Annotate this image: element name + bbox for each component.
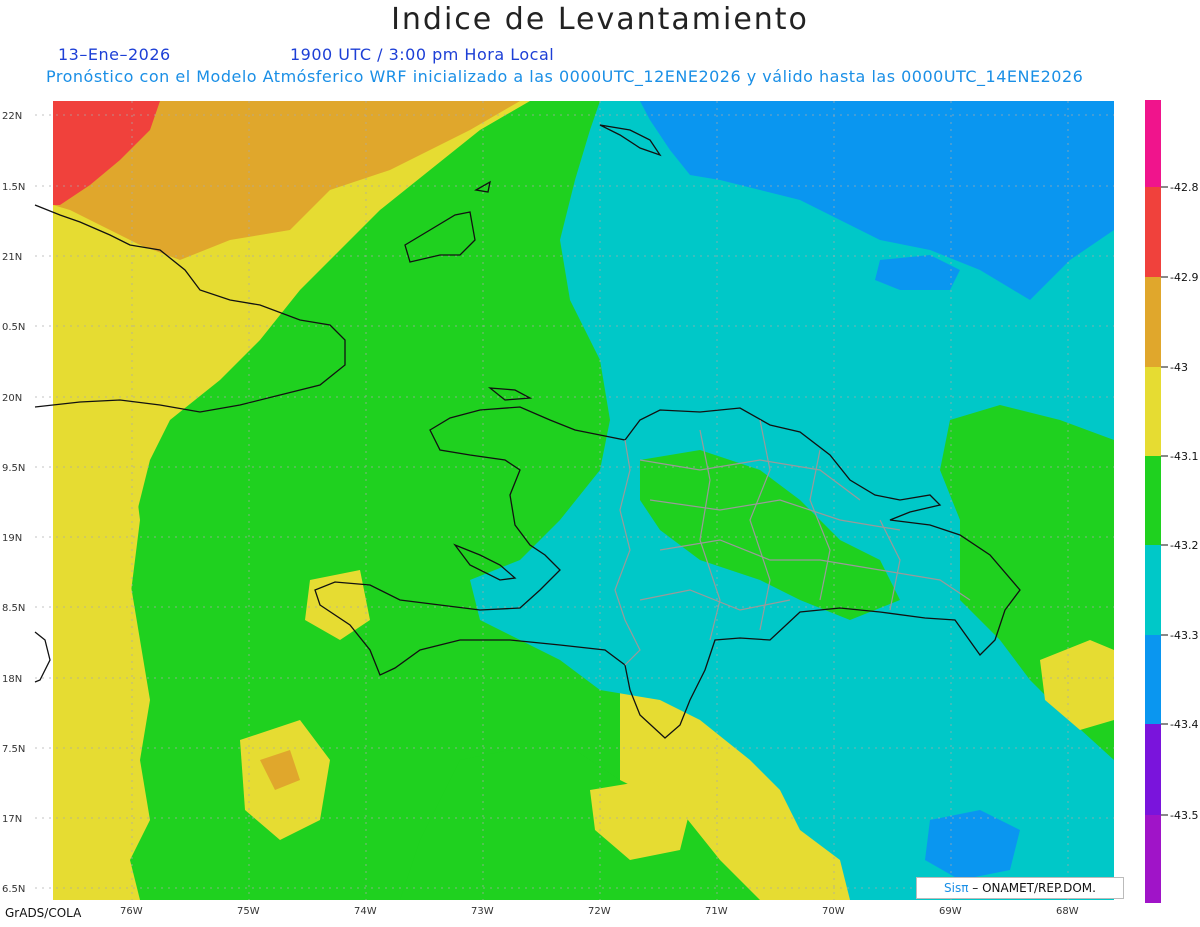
colorbar-label: -43 (1170, 361, 1188, 374)
lon-label: 70W (822, 906, 845, 917)
colorbar-label: -43.3 (1170, 629, 1198, 642)
colorbar-label: -42.9 (1170, 271, 1198, 284)
lat-label: 9.5N (2, 463, 25, 474)
colorbar-swatch (1145, 367, 1161, 456)
colorbar-swatch (1145, 815, 1161, 903)
lat-label: 6.5N (2, 884, 25, 895)
lat-label: 7.5N (2, 744, 25, 755)
colorbar-label: -43.4 (1170, 718, 1198, 731)
sispi-logo: Sisπ (944, 881, 969, 895)
colorbar-swatch (1145, 724, 1161, 815)
lat-label: 18N (2, 674, 22, 685)
lifted-index-map: 22N 1.5N 21N 0.5N 20N 9.5N 19N 8.5N 18N … (2, 100, 1198, 917)
lifted-index-field (53, 101, 1114, 900)
lon-label: 76W (120, 906, 143, 917)
credit-box: Sisπ – ONAMET/REP.DOM. (916, 877, 1124, 899)
colorbar: -42.8 -42.9 -43 -43.1 -43.2 -43.3 -43.4 … (1145, 100, 1198, 903)
colorbar-label: -42.8 (1170, 181, 1198, 194)
colorbar-label: -43.2 (1170, 539, 1198, 552)
lon-label: 72W (588, 906, 611, 917)
colorbar-swatch (1145, 100, 1161, 187)
lat-label: 1.5N (2, 182, 25, 193)
lon-label: 75W (237, 906, 260, 917)
lon-label: 74W (354, 906, 377, 917)
longitude-labels: 76W 75W 74W 73W 72W 71W 70W 69W 68W (120, 906, 1079, 917)
credit-org: – ONAMET/REP.DOM. (972, 881, 1096, 895)
lon-label: 69W (939, 906, 962, 917)
colorbar-swatch (1145, 456, 1161, 545)
colorbar-swatch (1145, 545, 1161, 635)
latitude-labels: 22N 1.5N 21N 0.5N 20N 9.5N 19N 8.5N 18N … (2, 111, 25, 895)
lat-label: 21N (2, 252, 22, 263)
lat-label: 0.5N (2, 322, 25, 333)
colorbar-swatch (1145, 187, 1161, 277)
lon-label: 71W (705, 906, 728, 917)
lon-label: 68W (1056, 906, 1079, 917)
colorbar-swatch (1145, 277, 1161, 367)
grads-footer: GrADS/COLA (5, 906, 82, 920)
colorbar-swatch (1145, 635, 1161, 724)
colorbar-label: -43.5 (1170, 809, 1198, 822)
lat-label: 22N (2, 111, 22, 122)
lon-label: 73W (471, 906, 494, 917)
lat-label: 19N (2, 533, 22, 544)
lat-label: 8.5N (2, 603, 25, 614)
lat-label: 20N (2, 393, 22, 404)
lat-label: 17N (2, 814, 22, 825)
colorbar-label: -43.1 (1170, 450, 1198, 463)
